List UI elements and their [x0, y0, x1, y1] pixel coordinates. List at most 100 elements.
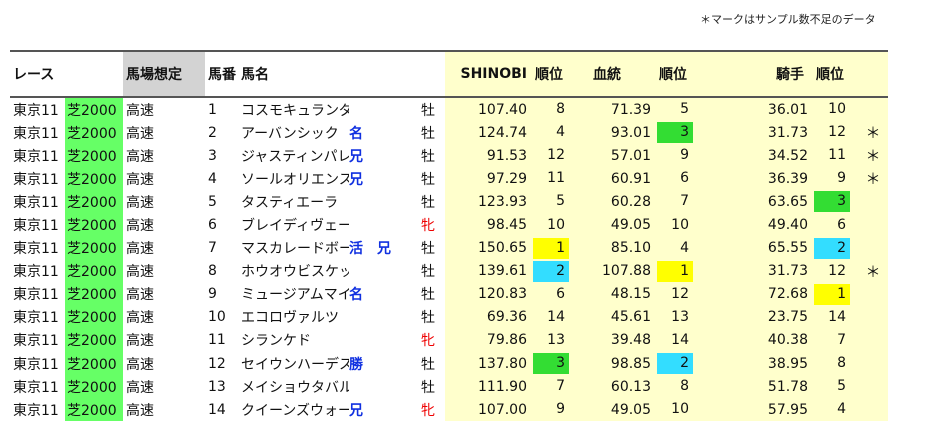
sex-cell: 牝: [421, 402, 435, 419]
blood-rank-cell: 7: [657, 190, 723, 214]
jockey-cell: 31.73: [723, 259, 814, 283]
shinobi-rank-cell-value: 1: [533, 237, 569, 259]
header-blood: 血統: [589, 50, 657, 98]
blood-rank-cell-value: 7: [680, 193, 689, 210]
surface-cell: 芝2000: [65, 97, 123, 122]
table-row: 東京11 芝2000高速 8 ホウオウビスケッツ 牡 139.612 107.881 31.7…: [10, 259, 888, 283]
shortage-star-cell: [858, 352, 888, 376]
blood-rank-cell-value: 8: [680, 378, 689, 395]
jockey-rank-cell: 9: [814, 167, 858, 191]
jockey-cell: 36.01: [723, 97, 814, 122]
blood-rank-cell: 10: [657, 213, 723, 237]
blood-rank-cell: 12: [657, 282, 723, 306]
sex-cell: 牝: [421, 218, 435, 235]
jockey-rank-cell: 14: [814, 305, 858, 329]
shinobi-rank-cell-value: 3: [533, 353, 569, 375]
blood-cell: 48.15: [589, 282, 657, 306]
sex-cell: 牡: [421, 102, 435, 119]
jockey-cell: 31.73: [723, 121, 814, 145]
shinobi-cell: 69.36: [445, 305, 533, 329]
shortage-star-cell: ＊: [858, 121, 888, 145]
surface-cell: 芝2000: [65, 144, 123, 168]
header-jockey: 騎手: [723, 50, 814, 98]
shinobi-rank-cell-value: 12: [547, 147, 565, 164]
shortage-star-cell: ＊: [858, 259, 888, 283]
jockey-rank-cell-value: 8: [837, 355, 846, 372]
jockey-cell: 49.40: [723, 213, 814, 237]
jockey-rank-cell-value: 5: [837, 378, 846, 395]
blood-rank-cell: 5: [657, 97, 723, 122]
blood-rank-cell: 14: [657, 328, 723, 353]
jockey-rank-cell-value: 6: [837, 216, 846, 233]
condition-cell: 高速: [126, 218, 154, 235]
header-shinobi: SHINOBI: [445, 50, 533, 98]
jockey-rank-cell-value: 1: [814, 283, 850, 305]
shinobi-rank-cell-value: 2: [533, 260, 569, 282]
shinobi-rank-cell-value: 10: [547, 216, 565, 233]
shinobi-rank-cell: 4: [533, 121, 589, 145]
blood-rank-cell-value: 5: [680, 101, 689, 118]
shortage-star-cell: [858, 305, 888, 329]
jockey-cell: 51.78: [723, 375, 814, 399]
table-row: 東京11 芝2000高速 9 ミュージアムマイル名 牡 120.83 6 48.15 12 72.…: [10, 282, 888, 306]
mark-cell: 兄: [349, 148, 363, 165]
blood-rank-cell-value: 10: [671, 216, 689, 233]
shinobi-rank-cell-value: 5: [556, 193, 565, 210]
jockey-rank-cell: 5: [814, 375, 858, 399]
surface-cell: 芝2000: [65, 236, 123, 260]
blood-rank-cell-value: 3: [657, 122, 693, 144]
condition-cell: 高速: [126, 310, 154, 327]
condition-cell: 高速: [126, 171, 154, 188]
surface-cell: 芝2000: [65, 282, 123, 306]
horse-number-cell: 14: [208, 401, 226, 418]
blood-rank-cell: 4: [657, 236, 723, 260]
header-condition: 馬場想定: [123, 50, 205, 98]
jockey-rank-cell: 1: [814, 282, 858, 306]
sex-cell: 牝: [421, 333, 435, 350]
table-row: 東京11 芝2000 高速 2 アーバンシック名 牡 124.74 4 93.01 3 31.73 1…: [10, 121, 888, 145]
horse-name-cell: ソールオリエンス: [241, 171, 349, 188]
race-cell: 東京11: [13, 310, 59, 327]
condition-cell: 高速: [126, 102, 154, 119]
surface-cell: 芝2000: [65, 305, 123, 329]
horse-index-table: レース 馬場想定 馬番 馬名 SHINOBI 順位 血統 順位 騎手 順位 東京…: [10, 50, 888, 422]
table-row: 東京11 芝2000 高速 5 タスティエーラ 牡 123.93 5 60.28 7 63.65 3: [10, 190, 888, 214]
condition-cell: 高速: [126, 402, 154, 419]
jockey-cell: 40.38: [723, 328, 814, 353]
sex-cell: 牡: [421, 125, 435, 142]
jockey-rank-cell: 4: [814, 398, 858, 422]
table-row: 東京11 芝2000 高速 4 ソールオリエンス兄 牡 97.29 11 60.91 6 36.39…: [10, 167, 888, 191]
horse-number-cell: 11: [208, 332, 226, 349]
jockey-rank-cell: 10: [814, 97, 858, 122]
shinobi-rank-cell-value: 11: [547, 170, 565, 187]
blood-cell: 60.28: [589, 190, 657, 214]
table-row: 東京11 芝2000高速 7 マスカレードボール活 兄 牡 150.651 85.10 4 65…: [10, 236, 888, 260]
table-row: 東京11 芝2000 高速 1 コスモキュランダ 牡 107.40 8 71.39 5 36.01 1…: [10, 97, 888, 122]
jockey-rank-cell-value: 4: [837, 401, 846, 418]
condition-cell: 高速: [126, 241, 154, 258]
jockey-rank-cell: 12: [814, 121, 858, 145]
race-cell: 東京11: [13, 218, 59, 235]
blood-rank-cell-value: 12: [671, 285, 689, 302]
race-cell: 東京11: [13, 379, 59, 396]
race-cell: 東京11: [13, 402, 59, 419]
condition-cell: 高速: [126, 194, 154, 211]
blood-cell: 39.48: [589, 328, 657, 353]
blood-cell: 57.01: [589, 144, 657, 168]
condition-cell: 高速: [126, 264, 154, 281]
shinobi-cell: 97.29: [445, 167, 533, 191]
horse-name-cell: エコロヴァルツ: [241, 310, 339, 327]
blood-rank-cell-value: 1: [657, 260, 693, 282]
mark-cell: [349, 260, 411, 283]
blood-cell: 98.85: [589, 352, 657, 376]
shinobi-cell: 123.93: [445, 190, 533, 214]
shortage-star-cell: [858, 236, 888, 260]
horse-name-cell: クイーンズウォーク: [241, 402, 349, 419]
shinobi-rank-cell: 3: [533, 352, 589, 376]
blood-rank-cell-value: 4: [680, 239, 689, 256]
blood-rank-cell: 13: [657, 305, 723, 329]
jockey-rank-cell-value: 7: [837, 331, 846, 348]
table-row: 東京11 芝2000 高速 12 セイウンハーデス勝 牡 137.80 3 98.85 2 38.9…: [10, 352, 888, 376]
horse-name-cell: マスカレードボール: [241, 241, 349, 258]
shortage-star-cell: [858, 97, 888, 122]
